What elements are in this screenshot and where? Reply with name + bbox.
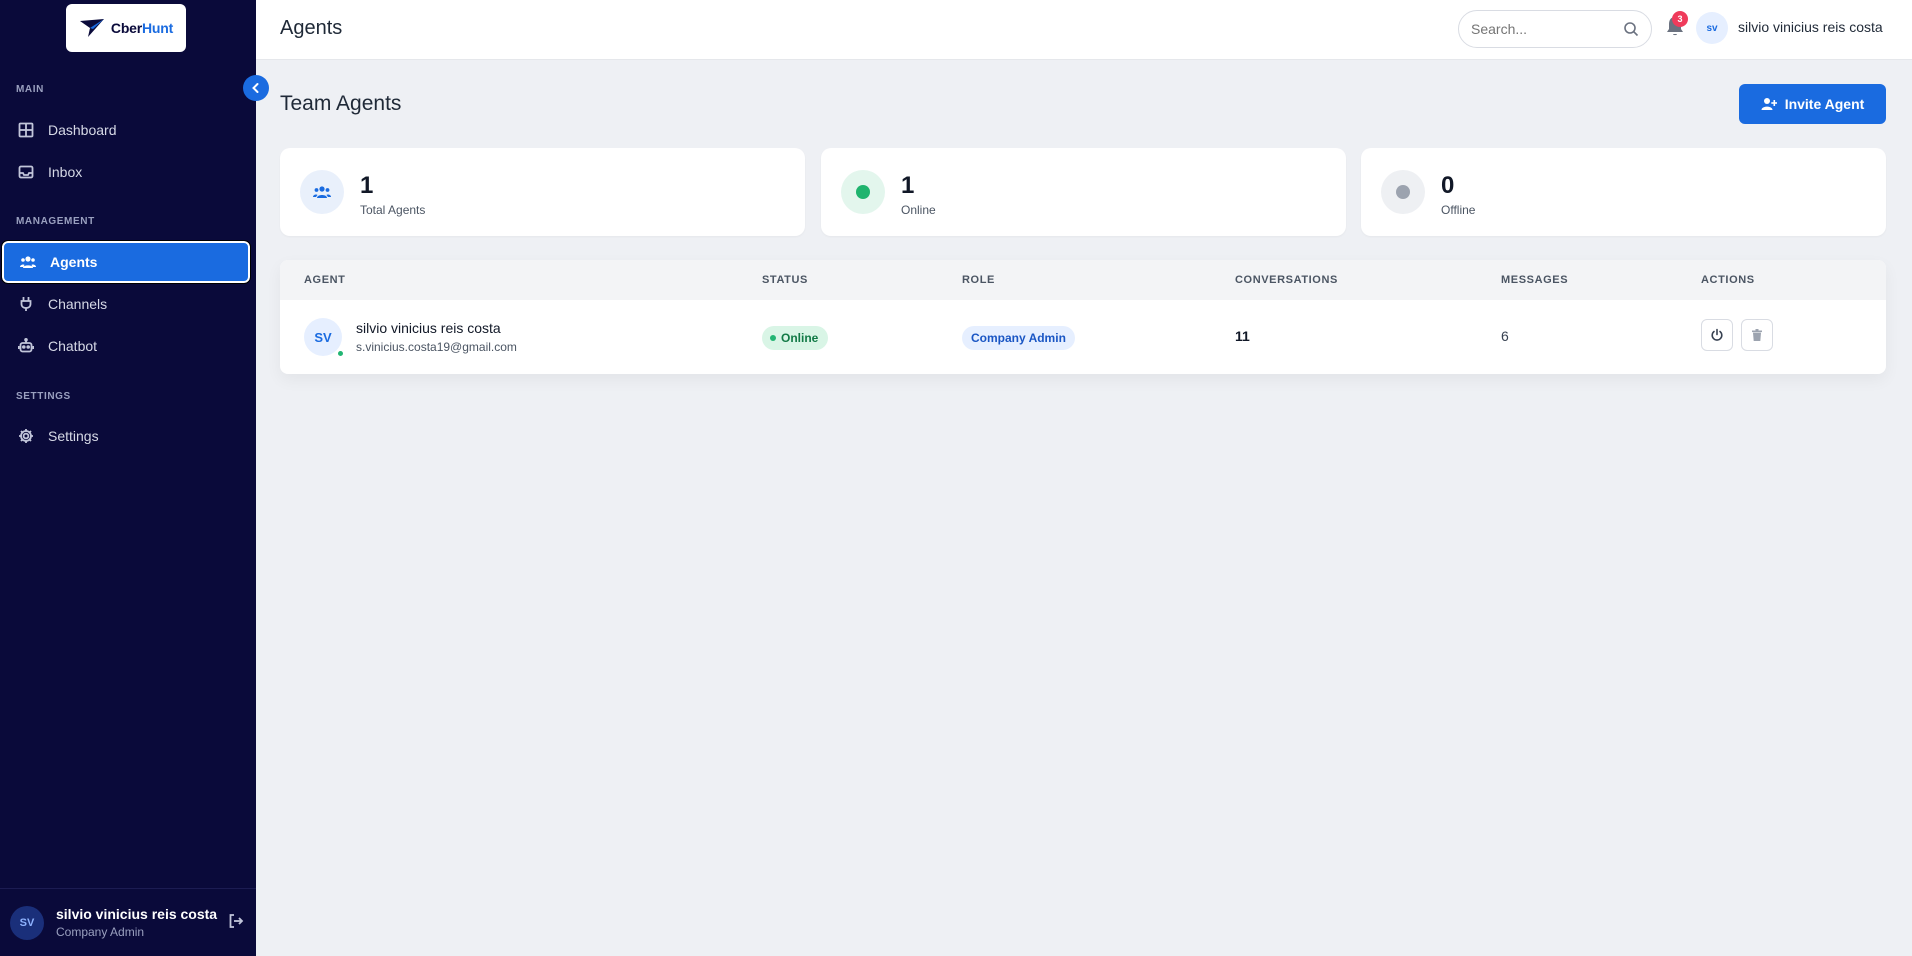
sidebar-item-agents[interactable]: Agents bbox=[1, 240, 251, 284]
agent-email: s.vinicius.costa19@gmail.com bbox=[356, 340, 517, 354]
table-header: AGENT STATUS ROLE CONVERSATIONS MESSAGES… bbox=[280, 260, 1886, 300]
column-header-conversations[interactable]: CONVERSATIONS bbox=[1235, 274, 1338, 286]
sidebar-item-label: Settings bbox=[48, 428, 99, 444]
stat-value: 0 bbox=[1441, 172, 1455, 199]
messages-count: 6 bbox=[1501, 328, 1509, 344]
delete-agent-button[interactable] bbox=[1741, 319, 1773, 351]
stat-card-online: 1 Online bbox=[821, 148, 1346, 236]
trash-icon bbox=[1752, 329, 1762, 341]
logo-icon bbox=[79, 19, 104, 37]
invite-agent-label: Invite Agent bbox=[1784, 96, 1865, 112]
search-input[interactable] bbox=[1471, 21, 1611, 37]
sidebar-user-panel: SV silvio vinicius reis costa Company Ad… bbox=[0, 888, 256, 956]
sidebar-item-chatbot[interactable]: Chatbot bbox=[0, 326, 256, 366]
column-header-messages[interactable]: MESSAGES bbox=[1501, 274, 1568, 286]
sidebar-item-dashboard[interactable]: Dashboard bbox=[0, 110, 256, 150]
grid-icon bbox=[18, 122, 34, 138]
header-user-name[interactable]: silvio vinicius reis costa bbox=[1738, 19, 1883, 35]
sidebar: CberHunt MAIN Dashboard Inbox MANAGEMENT… bbox=[0, 0, 256, 956]
sidebar-item-label: Chatbot bbox=[48, 338, 98, 354]
column-header-agent[interactable]: AGENT bbox=[304, 274, 346, 286]
stat-label: Online bbox=[901, 203, 936, 217]
sidebar-item-settings[interactable]: Settings bbox=[0, 416, 256, 456]
stat-label: Total Agents bbox=[360, 203, 426, 217]
online-indicator bbox=[336, 349, 345, 358]
sidebar-item-inbox[interactable]: Inbox bbox=[0, 152, 256, 192]
chevron-left-icon bbox=[252, 83, 259, 93]
online-dot-icon bbox=[856, 185, 870, 199]
robot-icon bbox=[18, 338, 34, 353]
status-dot-icon bbox=[770, 335, 776, 341]
sidebar-item-channels[interactable]: Channels bbox=[0, 284, 256, 324]
page-header-title: Agents bbox=[280, 17, 343, 39]
sidebar-item-label: Inbox bbox=[48, 164, 83, 180]
user-plus-icon bbox=[1761, 98, 1777, 110]
agent-name: silvio vinicius reis costa bbox=[356, 320, 501, 336]
toggle-status-button[interactable] bbox=[1701, 319, 1733, 351]
status-label: Online bbox=[781, 331, 819, 345]
avatar[interactable]: sv bbox=[1696, 12, 1728, 44]
users-icon bbox=[20, 256, 36, 268]
page-title: Team Agents bbox=[280, 92, 402, 115]
notification-badge: 3 bbox=[1672, 11, 1688, 27]
sidebar-item-label: Agents bbox=[50, 254, 98, 270]
logout-icon[interactable] bbox=[228, 913, 244, 929]
search-icon[interactable] bbox=[1623, 21, 1639, 37]
stat-value: 1 bbox=[360, 172, 374, 199]
column-header-actions: ACTIONS bbox=[1701, 274, 1755, 286]
collapse-sidebar-button[interactable] bbox=[243, 75, 269, 101]
table-row[interactable]: SV silvio vinicius reis costa s.vinicius… bbox=[280, 300, 1886, 374]
status-badge: Online bbox=[762, 326, 829, 350]
plug-icon bbox=[20, 297, 32, 311]
inbox-icon bbox=[18, 165, 34, 179]
offline-dot-icon bbox=[1396, 185, 1410, 199]
avatar: SV bbox=[10, 905, 44, 940]
brand-logo[interactable]: CberHunt bbox=[66, 4, 186, 52]
brand-name: CberHunt bbox=[110, 20, 174, 36]
column-header-status[interactable]: STATUS bbox=[762, 274, 808, 286]
section-label-settings: SETTINGS bbox=[16, 391, 71, 402]
sidebar-user-name: silvio vinicius reis costa bbox=[56, 906, 218, 922]
users-icon bbox=[313, 186, 331, 198]
stat-card-offline: 0 Offline bbox=[1361, 148, 1886, 236]
stat-card-total: 1 Total Agents bbox=[280, 148, 805, 236]
agents-table: AGENT STATUS ROLE CONVERSATIONS MESSAGES… bbox=[280, 260, 1886, 374]
search-box[interactable] bbox=[1458, 10, 1652, 48]
column-header-role[interactable]: ROLE bbox=[962, 274, 995, 286]
stat-icon-wrap bbox=[841, 170, 885, 214]
stat-value: 1 bbox=[901, 172, 915, 199]
gear-icon bbox=[19, 429, 33, 443]
role-badge: Company Admin bbox=[962, 326, 1075, 350]
sidebar-item-label: Dashboard bbox=[48, 122, 117, 138]
top-bar: Agents 3 sv silvio vinicius reis costa bbox=[256, 0, 1912, 60]
conversations-count: 11 bbox=[1235, 328, 1250, 344]
section-label-management: MANAGEMENT bbox=[16, 216, 95, 227]
stat-icon-wrap bbox=[300, 170, 344, 214]
stat-icon-wrap bbox=[1381, 170, 1425, 214]
sidebar-user-role: Company Admin bbox=[56, 925, 145, 939]
power-icon bbox=[1711, 328, 1723, 341]
invite-agent-button[interactable]: Invite Agent bbox=[1739, 84, 1886, 124]
section-label-main: MAIN bbox=[16, 84, 44, 95]
sidebar-item-label: Channels bbox=[48, 296, 108, 312]
stat-label: Offline bbox=[1441, 203, 1476, 217]
